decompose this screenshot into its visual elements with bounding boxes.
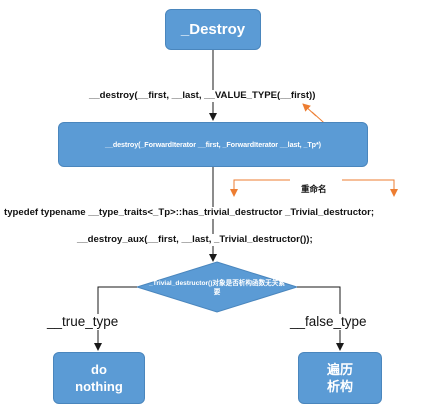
do-nothing-line-2: nothing [75, 379, 123, 394]
call-destroy-label: __destroy(__first, __last, __VALUE_TYPE(… [89, 90, 316, 102]
destroy-box-label: _Destroy [180, 21, 246, 38]
destroy-box: _Destroy [165, 9, 261, 50]
flowchart-canvas: _Destroy __destroy(__first, __last, __VA… [0, 0, 435, 411]
traverse-destruct-line-1: 遍历 [326, 362, 353, 377]
destroy-aux-label: __destroy_aux(__first, __last, _Trivial_… [77, 234, 313, 246]
do-nothing-box: do nothing [53, 352, 145, 404]
annotation-rename-bracket-right [342, 179, 398, 197]
false-type-label: __false_type [290, 314, 367, 330]
traverse-destruct-box: 遍历 析构 [298, 352, 382, 404]
rename-annotation: 重命名 [301, 184, 327, 194]
connector-layer [94, 50, 398, 351]
traverse-destruct-line-2: 析构 [326, 379, 353, 394]
annotation-rename-bracket-left [230, 179, 290, 197]
condition-label: _Trivial_destructor()对象是否析构函数无关紧要 [149, 280, 285, 296]
annotation-arrow-value-type-back [302, 103, 317, 117]
forward-iterator-box: __destroy(_ForwardIterator __first, _For… [58, 122, 368, 167]
forward-iterator-box-label: __destroy(_ForwardIterator __first, _For… [105, 140, 321, 149]
do-nothing-line-1: do [91, 362, 107, 377]
typedef-label: typedef typename __type_traits<_Tp>::has… [4, 207, 375, 219]
true-type-label: __true_type [47, 314, 119, 330]
